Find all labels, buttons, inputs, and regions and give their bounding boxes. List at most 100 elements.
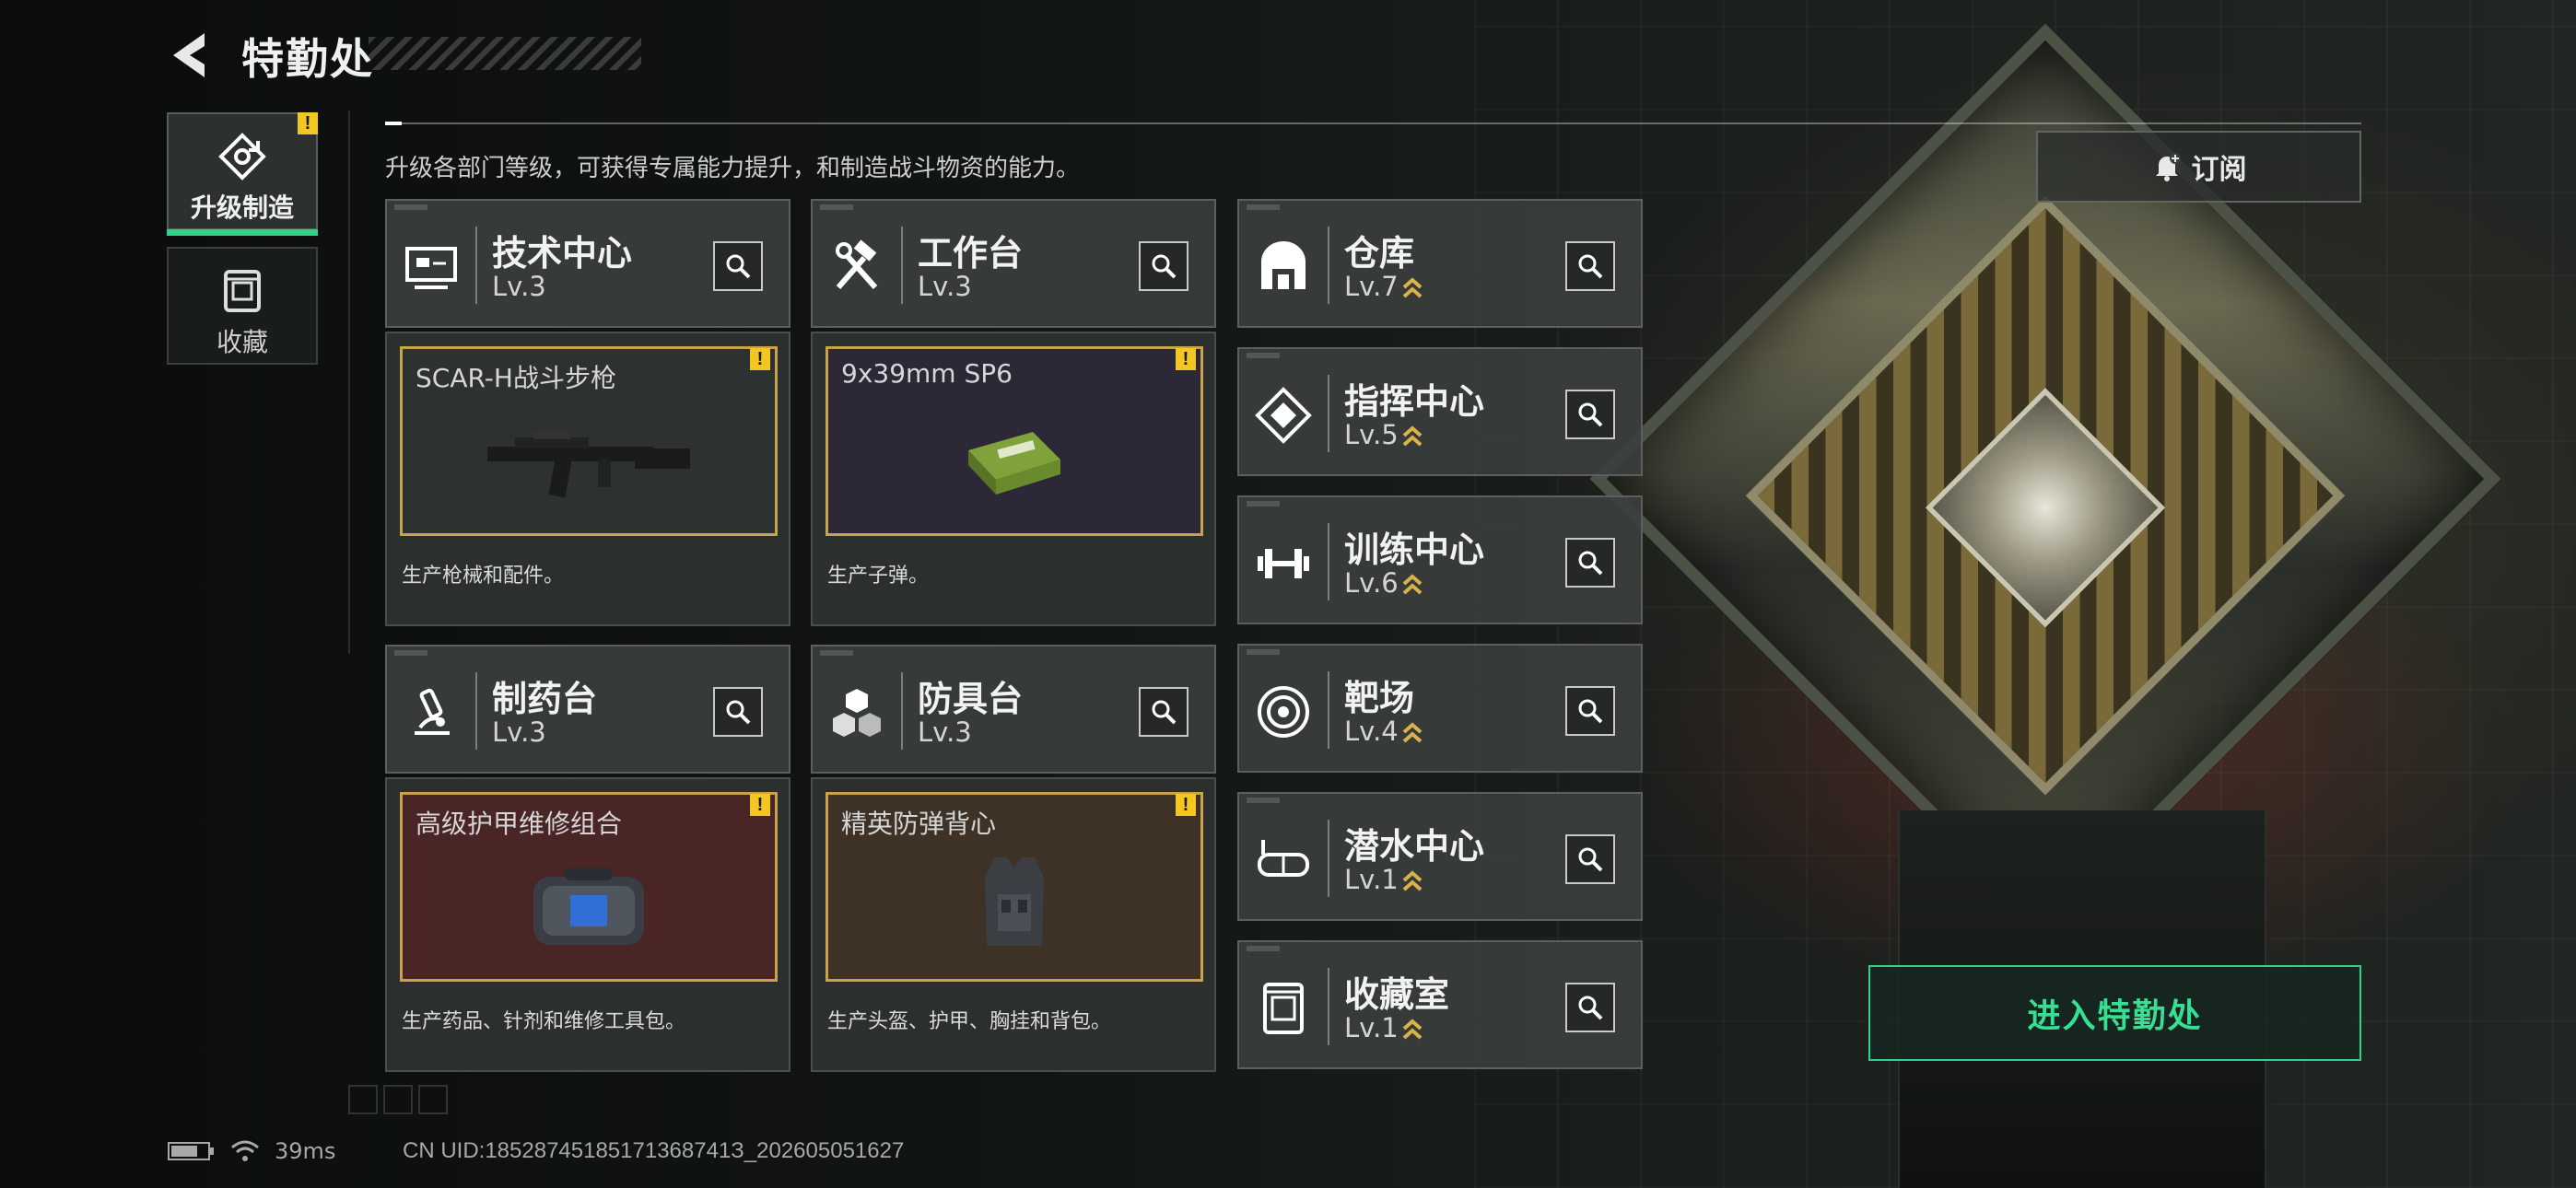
search-button[interactable] xyxy=(1139,687,1188,737)
card-separator xyxy=(1328,523,1329,600)
item-slot-scar-h[interactable]: SCAR-H战斗步枪 xyxy=(400,346,778,536)
monitor-icon xyxy=(402,238,461,297)
tab-upgrade-craft[interactable]: 升级制造 ! xyxy=(167,112,318,236)
subscribe-button[interactable]: 订阅 xyxy=(2036,131,2361,203)
search-button[interactable] xyxy=(1565,983,1615,1032)
dept-name: 收藏室 xyxy=(1344,974,1450,1015)
item-name: 9x39mm SP6 xyxy=(841,358,1013,389)
dept-name: 防具台 xyxy=(918,679,1024,719)
magnifier-icon xyxy=(1578,254,1603,279)
microscope-icon xyxy=(402,683,461,742)
dept-name: 潜水中心 xyxy=(1344,826,1485,867)
upgrade-chevron-icon xyxy=(1402,870,1423,891)
upgrade-chevron-icon xyxy=(1402,1019,1423,1040)
target-icon xyxy=(1254,682,1313,741)
dept-card-tech-center[interactable]: 技术中心 Lv.3 xyxy=(385,199,790,328)
search-button[interactable] xyxy=(1565,834,1615,884)
subscribe-label: 订阅 xyxy=(2191,154,2247,186)
search-button[interactable] xyxy=(713,241,763,291)
dept-card-workbench[interactable]: 工作台 Lv.3 xyxy=(811,199,1216,328)
dept-level-text: Lv.4 xyxy=(1344,716,1399,747)
dept-level: Lv.3 xyxy=(492,271,546,302)
search-button[interactable] xyxy=(713,687,763,737)
card-tag xyxy=(1247,501,1280,507)
tab-upgrade-craft-label: 升级制造 xyxy=(190,192,294,223)
dept-level-text: Lv.1 xyxy=(1344,1012,1399,1043)
card-separator xyxy=(1328,671,1329,749)
alert-badge: ! xyxy=(750,794,770,816)
dept-card-diving-center[interactable]: 潜水中心 Lv.1 xyxy=(1237,792,1643,921)
dept-card-shooting-range[interactable]: 靶场 Lv.4 xyxy=(1237,644,1643,773)
dept-level: Lv.6 xyxy=(1344,567,1423,599)
card-tag xyxy=(394,650,427,656)
alert-badge: ! xyxy=(298,112,318,134)
item-description: 生产子弹。 xyxy=(827,565,930,588)
ammo-box-icon xyxy=(828,404,1200,515)
item-slot-armor-repair-kit[interactable]: 高级护甲维修组合 xyxy=(400,792,778,982)
card-tag xyxy=(1247,353,1280,358)
header-divider xyxy=(385,122,2361,125)
item-panel-pharmacy: 高级护甲维修组合 ! 生产药品、针剂和维修工具包。 xyxy=(385,777,790,1072)
cubes-icon xyxy=(827,683,886,742)
search-button[interactable] xyxy=(1565,686,1615,736)
item-panel-armor: 精英防弹背心 ! 生产头盔、护甲、胸挂和背包。 xyxy=(811,777,1216,1072)
dept-card-warehouse[interactable]: 仓库 Lv.7 xyxy=(1237,199,1643,328)
dept-level: Lv.4 xyxy=(1344,716,1423,747)
magnifier-icon xyxy=(1152,700,1177,725)
collection-box-icon xyxy=(169,265,316,317)
dept-card-armor[interactable]: 防具台 Lv.3 xyxy=(811,645,1216,774)
card-separator xyxy=(901,672,903,750)
dept-name: 技术中心 xyxy=(492,233,633,274)
card-separator xyxy=(475,227,477,304)
enter-special-ops-label: 进入特勤处 xyxy=(2027,997,2203,1035)
enter-special-ops-button[interactable]: 进入特勤处 xyxy=(1868,965,2361,1061)
back-arrow-icon xyxy=(173,33,205,77)
collection-icon xyxy=(1254,979,1313,1038)
search-button[interactable] xyxy=(1565,241,1615,291)
dept-card-training-center[interactable]: 训练中心 Lv.6 xyxy=(1237,495,1643,624)
card-separator xyxy=(1328,968,1329,1045)
magnifier-icon xyxy=(1578,847,1603,872)
dept-card-collection-room[interactable]: 收藏室 Lv.1 xyxy=(1237,940,1643,1069)
search-button[interactable] xyxy=(1139,241,1188,291)
dept-card-command-center[interactable]: 指挥中心 Lv.5 xyxy=(1237,347,1643,476)
dept-name: 训练中心 xyxy=(1344,530,1485,570)
user-uid: CN UID:18528745185171368741З_20260505162… xyxy=(403,1138,905,1163)
card-tag xyxy=(820,204,853,210)
card-tag xyxy=(1247,946,1280,951)
title-decoration xyxy=(369,37,641,70)
dept-level: Lv.3 xyxy=(918,271,972,302)
search-button[interactable] xyxy=(1565,538,1615,588)
dept-name: 工作台 xyxy=(918,233,1024,274)
card-separator xyxy=(901,227,903,304)
card-separator xyxy=(1328,820,1329,897)
dept-name: 指挥中心 xyxy=(1344,381,1485,422)
tab-collection[interactable]: 收藏 xyxy=(167,247,318,365)
dumbbell-icon xyxy=(1254,534,1313,593)
upgrade-chevron-icon xyxy=(1402,722,1423,743)
dept-level: Lv.3 xyxy=(492,716,546,748)
item-slot-elite-vest[interactable]: 精英防弹背心 xyxy=(825,792,1203,982)
alert-badge: ! xyxy=(750,348,770,370)
rifle-icon xyxy=(403,404,775,515)
status-bar: 39ms xyxy=(168,1138,335,1164)
alert-badge: ! xyxy=(1176,348,1196,370)
dept-card-pharmacy[interactable]: 制药台 Lv.3 xyxy=(385,645,790,774)
card-tag xyxy=(1247,798,1280,803)
back-button[interactable] xyxy=(168,28,214,83)
magnifier-icon xyxy=(1152,254,1177,279)
search-button[interactable] xyxy=(1565,390,1615,439)
dept-level-text: Lv.5 xyxy=(1344,419,1399,450)
page-subtitle: 升级各部门等级，可获得专属能力提升，和制造战斗物资的能力。 xyxy=(385,155,1081,182)
dept-level: Lv.1 xyxy=(1344,864,1423,895)
cube-inner-art xyxy=(1745,195,2346,796)
item-slot-9x39mm-sp6[interactable]: 9x39mm SP6 xyxy=(825,346,1203,536)
card-tag xyxy=(820,650,853,656)
dept-name: 靶场 xyxy=(1344,678,1415,718)
dept-level: Lv.5 xyxy=(1344,419,1423,450)
bell-plus-icon xyxy=(2155,153,2181,181)
goggles-icon xyxy=(1254,831,1313,890)
page-title: 特勤处 xyxy=(241,34,374,84)
magnifier-icon xyxy=(1578,402,1603,427)
armor-vest-icon xyxy=(828,850,1200,961)
